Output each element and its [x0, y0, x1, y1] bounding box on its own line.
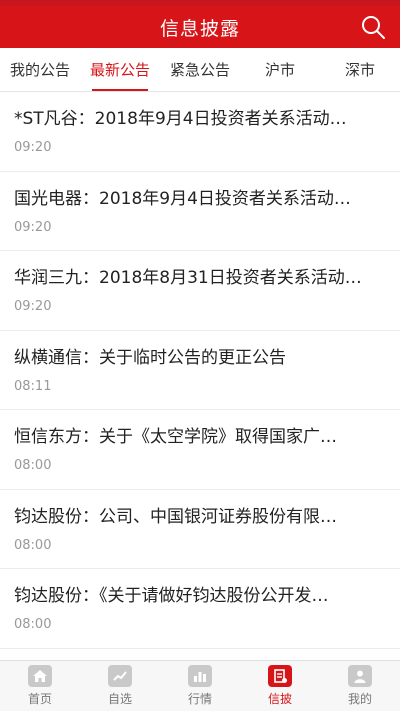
tab-shenzhen-market[interactable]: 深市 [320, 48, 400, 91]
tabbar-label: 首页 [27, 692, 52, 706]
announcement-time: 08:00 [14, 617, 52, 632]
app-header: 信息披露 [0, 6, 400, 48]
announcement-list: *ST凡谷：2018年9月4日投资者关系活动… 09:20 国光电器：2018年… [0, 92, 400, 660]
tabbar-item-profile[interactable]: 我的 [320, 661, 400, 711]
list-item[interactable]: *ST凡谷：2018年9月4日投资者关系活动… 09:20 [0, 92, 400, 172]
tabbar-item-home[interactable]: 首页 [0, 661, 80, 711]
category-tabs: 我的公告 最新公告 紧急公告 沪市 深市 [0, 48, 400, 92]
announcement-title: 钧达股份：《关于请做好钧达股份公开发… [14, 586, 329, 606]
announcement-title: 纵横通信：关于临时公告的更正公告 [14, 347, 286, 368]
announcement-time: 09:20 [14, 219, 52, 235]
tabbar-item-market[interactable]: 行情 [160, 661, 240, 711]
page-title: 信息披露 [159, 17, 240, 40]
announcement-time: 08:00 [14, 537, 52, 553]
trend-icon [108, 665, 132, 687]
announcement-title: 钧达股份：公司、中国银河证券股份有限… [14, 506, 337, 527]
announcement-time: 08:11 [14, 378, 52, 394]
announcement-time: 09:20 [14, 140, 52, 155]
tab-latest-announcements[interactable]: 最新公告 [80, 48, 160, 91]
user-icon [348, 665, 372, 687]
announcement-title: *ST凡谷：2018年9月4日投资者关系活动… [14, 109, 347, 129]
search-icon[interactable] [360, 14, 386, 40]
announcement-title: 恒信东方：关于《太空学院》取得国家广… [14, 427, 337, 447]
announcement-time: 08:00 [14, 458, 52, 473]
tabbar-item-disclosure[interactable]: 信披 [240, 661, 320, 711]
bottom-tab-bar: 首页 自选 行情 信披 我的 [0, 660, 400, 711]
tab-shanghai-market[interactable]: 沪市 [240, 48, 320, 91]
list-item[interactable]: 华润三九：2018年8月31日投资者关系活动… 09:20 [0, 251, 400, 331]
tabbar-item-watchlist[interactable]: 自选 [80, 661, 160, 711]
list-item[interactable]: 钧达股份：《关于请做好钧达股份公开发… 08:00 [0, 569, 400, 649]
tab-label: 我的公告 [9, 61, 70, 79]
tabbar-label: 自选 [107, 692, 132, 706]
list-item[interactable]: 恒信东方：关于《太空学院》取得国家广… 08:00 [0, 410, 400, 490]
tab-label: 最新公告 [89, 61, 150, 79]
home-icon [28, 665, 52, 687]
list-item[interactable]: 国光电器：2018年9月4日投资者关系活动… 09:20 [0, 172, 400, 251]
tabbar-label: 我的 [347, 692, 372, 706]
tab-label: 沪市 [264, 61, 295, 79]
document-icon [268, 665, 292, 687]
announcement-title: 国光电器：2018年9月4日投资者关系活动… [14, 188, 351, 209]
tab-label: 深市 [344, 61, 375, 79]
announcement-title: 华润三九：2018年8月31日投资者关系活动… [14, 268, 362, 288]
list-item[interactable]: 钧达股份：公司、中国银河证券股份有限… 08:00 [0, 490, 400, 569]
tabbar-label: 行情 [187, 692, 212, 706]
bar-chart-icon [188, 665, 212, 687]
tab-urgent-announcements[interactable]: 紧急公告 [160, 48, 240, 91]
list-item[interactable]: 纵横通信：关于临时公告的更正公告 08:11 [0, 331, 400, 410]
tab-label: 紧急公告 [169, 61, 230, 79]
announcement-time: 09:20 [14, 299, 52, 314]
tab-my-announcements[interactable]: 我的公告 [0, 48, 80, 91]
tabbar-label: 信披 [267, 692, 292, 706]
